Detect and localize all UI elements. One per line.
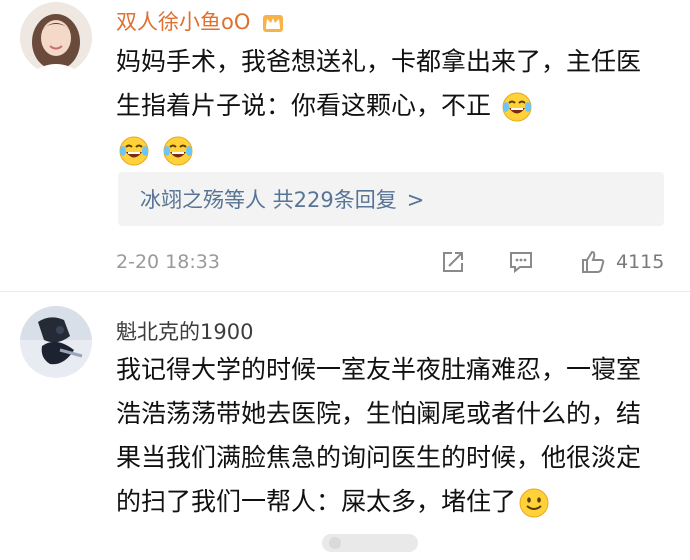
reply-summary-text[interactable]: 冰翊之殇等人 共229条回复 bbox=[140, 188, 397, 212]
share-icon[interactable] bbox=[440, 249, 466, 275]
chevron-right-icon: > bbox=[406, 188, 425, 212]
thumbs-up-icon[interactable] bbox=[580, 249, 606, 275]
comment-icon[interactable] bbox=[508, 249, 534, 275]
comment-meta-row: 2-20 18:33 4115 bbox=[116, 250, 676, 276]
timestamp: 2-20 18:33 bbox=[116, 251, 220, 273]
comment-body: 我记得大学的时候一室友半夜肚痛难忍，一寝室浩浩荡荡带她去医院，生怕阑尾或者什么的… bbox=[116, 355, 642, 516]
comment-item: 双人徐小鱼oO 妈妈手术，我爸想送礼，卡都拿出来了，主任医生指着片子说：你看这颗… bbox=[0, 0, 690, 292]
like-count: 4115 bbox=[616, 251, 665, 273]
reply-summary-box[interactable]: 冰翊之殇等人 共229条回复 > bbox=[118, 172, 664, 226]
comment-text: 我记得大学的时候一室友半夜肚痛难忍，一寝室浩浩荡荡带她去医院，生怕阑尾或者什么的… bbox=[116, 348, 661, 524]
weibo-watermark-logo bbox=[322, 530, 418, 556]
username[interactable]: 魁北克的1900 bbox=[116, 316, 253, 346]
username-text[interactable]: 双人徐小鱼oO bbox=[116, 10, 250, 34]
laughing-crying-icon bbox=[501, 91, 533, 123]
reply-summary-link[interactable]: 冰翊之殇等人 共229条回复 > bbox=[140, 184, 424, 214]
smile-icon bbox=[518, 487, 550, 519]
laughing-crying-icon bbox=[118, 135, 150, 167]
comment-text: 妈妈手术，我爸想送礼，卡都拿出来了，主任医生指着片子说：你看这颗心，不正 bbox=[116, 40, 661, 172]
comment-body: 妈妈手术，我爸想送礼，卡都拿出来了，主任医生指着片子说：你看这颗心，不正 bbox=[116, 47, 642, 120]
username-text[interactable]: 魁北克的1900 bbox=[116, 320, 253, 344]
username[interactable]: 双人徐小鱼oO bbox=[116, 6, 285, 36]
laughing-crying-icon bbox=[162, 135, 194, 167]
avatar[interactable] bbox=[20, 2, 92, 74]
vip-crown-icon bbox=[261, 12, 285, 34]
avatar[interactable] bbox=[20, 306, 92, 378]
